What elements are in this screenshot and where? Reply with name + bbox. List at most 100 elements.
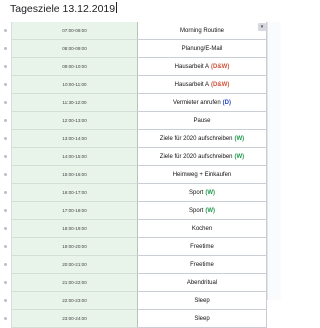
time-cell[interactable]: 09:00-10:00 [12, 58, 138, 76]
row-handle-icon [4, 245, 7, 248]
time-cell[interactable]: 17:00-18:00 [12, 202, 138, 220]
time-cell[interactable]: 12:00-13:00 [12, 112, 138, 130]
task-cell[interactable]: Sleep [138, 292, 267, 310]
time-cell[interactable]: 21:00-22:00 [12, 274, 138, 292]
row-handle-icon [4, 65, 7, 68]
row-gutter[interactable] [0, 130, 12, 148]
schedule-table: 07:00-08:00 Morning Routine 08:00-09:00 Pla… [0, 22, 281, 328]
row-gutter[interactable] [0, 184, 12, 202]
row-handle-icon [4, 101, 7, 104]
row-gutter[interactable] [0, 202, 12, 220]
task-cell[interactable]: Freetime [138, 256, 267, 274]
task-cell[interactable]: Hausarbeit A (D&W) [138, 58, 267, 76]
task-label: Sport [188, 207, 204, 214]
cell-dropdown-button[interactable]: ▾ [258, 23, 266, 31]
task-cell[interactable]: Vermieter anrufen (D) [138, 94, 267, 112]
document-title-text: Tagesziele 13.12.2019 [10, 3, 116, 15]
row-handle-icon [4, 281, 7, 284]
row-gutter[interactable] [0, 310, 12, 328]
task-cell[interactable]: Planung/E-Mail [138, 40, 267, 58]
row-handle-icon [4, 173, 7, 176]
row-handle-icon [4, 47, 7, 50]
text-cursor [116, 2, 118, 13]
task-label: Vermieter anrufen [172, 99, 221, 106]
task-label: Hausarbeit A [174, 63, 210, 70]
task-cell[interactable]: Kochen [138, 220, 267, 238]
task-label: Ziele für 2020 aufschreiben [159, 153, 233, 160]
time-cell[interactable]: 11:30-12:00 [12, 94, 138, 112]
document-title[interactable]: Tagesziele 13.12.2019 [10, 2, 118, 15]
task-cell[interactable]: Sport (W) [138, 184, 267, 202]
row-gutter[interactable] [0, 256, 12, 274]
task-cell[interactable]: Ziele für 2020 aufschreiben (W) [138, 148, 267, 166]
table-row: 10:00-11:00 Hausarbeit A (D&W) [0, 76, 281, 94]
row-gutter[interactable] [0, 112, 12, 130]
task-label: Planung/E-Mail [181, 45, 223, 52]
time-cell[interactable]: 15:00-16:00 [12, 166, 138, 184]
table-row: 17:00-18:00 Sport (W) [0, 202, 281, 220]
time-cell[interactable]: 08:00-09:00 [12, 40, 138, 58]
time-cell[interactable]: 22:00-23:00 [12, 292, 138, 310]
task-cell[interactable]: Ziele für 2020 aufschreiben (W) [138, 130, 267, 148]
time-cell[interactable]: 10:00-11:00 [12, 76, 138, 94]
task-cell[interactable]: Sleep [138, 310, 267, 328]
time-cell[interactable]: 07:00-08:00 [12, 22, 138, 40]
table-row: 13:00-14:00 Ziele für 2020 aufschreiben (W… [0, 130, 281, 148]
task-tag: (W) [205, 189, 215, 196]
row-gutter[interactable] [0, 220, 12, 238]
task-tag: (D) [222, 99, 232, 106]
task-cell[interactable]: Sport (W) [138, 202, 267, 220]
row-gutter[interactable] [0, 58, 12, 76]
table-row: 14:00-15:00 Ziele für 2020 aufschreiben (W… [0, 148, 281, 166]
task-label: Ziele für 2020 aufschreiben [159, 135, 233, 142]
task-cell[interactable]: Abendritual [138, 274, 267, 292]
task-cell[interactable]: Morning Routine [138, 22, 267, 40]
table-row: 07:00-08:00 Morning Routine [0, 22, 281, 40]
row-gutter[interactable] [0, 76, 12, 94]
row-gutter[interactable] [0, 238, 12, 256]
task-label: Heimweg + Einkaufen [172, 171, 232, 178]
time-cell[interactable]: 19:00-20:00 [12, 238, 138, 256]
table-row: 09:00-10:00 Hausarbeit A (D&W) [0, 58, 281, 76]
task-label: Pause [193, 117, 211, 124]
task-cell[interactable]: Hausarbeit A (D&W) [138, 76, 267, 94]
table-row: 12:00-13:00 Pause [0, 112, 281, 130]
row-handle-icon [4, 209, 7, 212]
task-cell[interactable]: Pause [138, 112, 267, 130]
row-gutter[interactable] [0, 166, 12, 184]
row-handle-icon [4, 299, 7, 302]
time-cell[interactable]: 13:00-14:00 [12, 130, 138, 148]
row-handle-icon [4, 83, 7, 86]
task-tag: (D&W) [211, 63, 230, 70]
time-cell[interactable]: 18:00-19:00 [12, 220, 138, 238]
row-handle-icon [4, 191, 7, 194]
task-label: Sleep [194, 297, 210, 304]
row-gutter[interactable] [0, 22, 12, 40]
task-tag: (W) [234, 153, 245, 160]
time-cell[interactable]: 16:00-17:00 [12, 184, 138, 202]
task-cell[interactable]: Heimweg + Einkaufen [138, 166, 267, 184]
task-label: Hausarbeit A [174, 81, 210, 88]
row-gutter[interactable] [0, 40, 12, 58]
table-row: 19:00-20:00 Freetime [0, 238, 281, 256]
task-tag: (W) [234, 135, 245, 142]
task-cell[interactable]: Freetime [138, 238, 267, 256]
task-tag: (W) [205, 207, 215, 214]
chevron-down-icon: ▾ [260, 24, 264, 30]
time-cell[interactable]: 20:00-21:00 [12, 256, 138, 274]
time-cell[interactable]: 14:00-15:00 [12, 148, 138, 166]
row-gutter[interactable] [0, 274, 12, 292]
table-row: 15:00-16:00 Heimweg + Einkaufen [0, 166, 281, 184]
row-gutter[interactable] [0, 94, 12, 112]
row-handle-icon [4, 155, 7, 158]
row-handle-icon [4, 119, 7, 122]
row-gutter[interactable] [0, 292, 12, 310]
time-cell[interactable]: 23:00-24:00 [12, 310, 138, 328]
row-gutter[interactable] [0, 148, 12, 166]
task-label: Sleep [194, 315, 210, 322]
row-handle-icon [4, 317, 7, 320]
table-row: 23:00-24:00 Sleep [0, 310, 281, 328]
task-label: Sport [188, 189, 204, 196]
table-row: 11:30-12:00 Vermieter anrufen (D) [0, 94, 281, 112]
row-handle-icon [4, 137, 7, 140]
